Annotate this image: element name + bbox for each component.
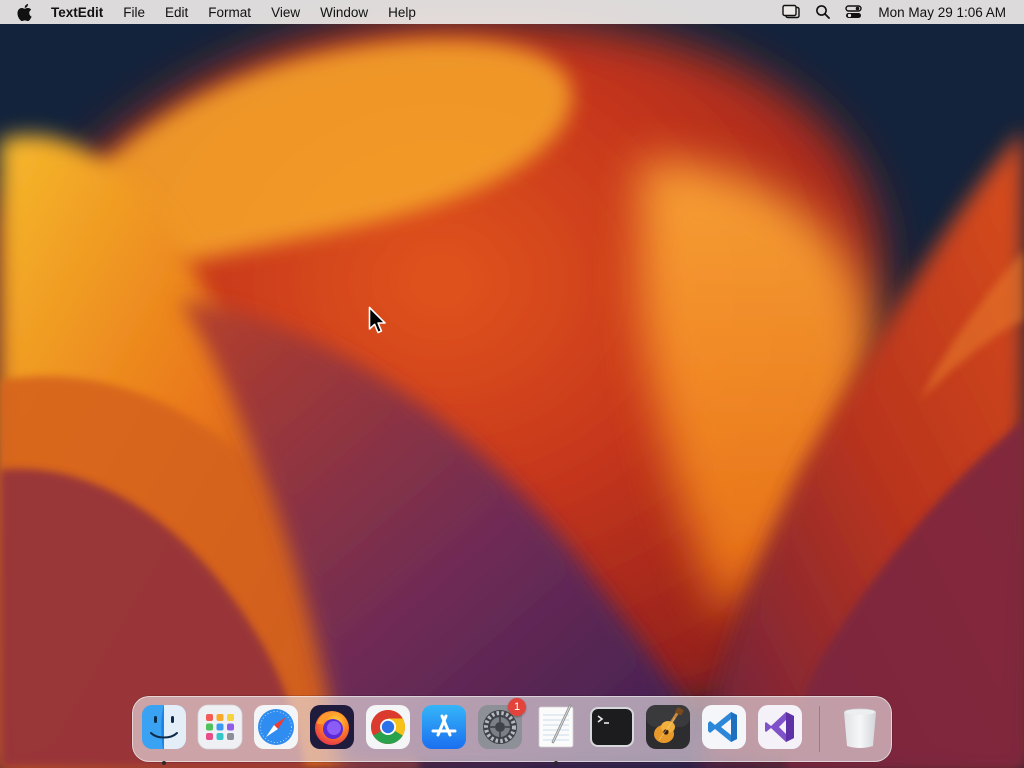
stage-manager-icon [782,4,801,19]
dock-item-system-settings[interactable]: 1 [477,698,526,750]
trash-icon [844,708,876,748]
menu-help[interactable]: Help [388,5,416,20]
garageband-icon [646,705,690,749]
chrome-icon [366,705,410,749]
dock-item-textedit[interactable] [533,704,579,765]
menu-file[interactable]: File [123,5,145,20]
textedit-icon [538,704,574,748]
desktop[interactable]: TextEdit File Edit Format View Window He… [0,0,1024,768]
firefox-icon [310,705,354,749]
control-center-icon [845,5,863,18]
app-store-icon [422,705,466,749]
dock-item-app-store[interactable] [421,704,467,750]
dock-item-safari[interactable] [253,704,299,750]
apple-menu[interactable] [17,3,33,21]
dock-item-firefox[interactable] [309,704,355,750]
vscode-icon [702,705,746,749]
stage-manager-button[interactable] [781,0,801,24]
menu-bar: TextEdit File Edit Format View Window He… [0,0,1024,24]
dock-separator [819,706,820,752]
safari-icon [254,705,298,749]
spotlight-button[interactable] [815,0,831,24]
dock-item-chrome[interactable] [365,704,411,750]
menu-bar-clock[interactable]: Mon May 29 1:06 AM [878,5,1006,20]
terminal-icon [590,707,634,747]
menu-app-name[interactable]: TextEdit [51,5,103,20]
control-center-button[interactable] [845,0,863,24]
finder-icon [142,705,186,749]
dock-item-garageband[interactable] [645,704,691,750]
apple-logo-icon [17,3,32,21]
mouse-pointer-icon [368,306,386,334]
dock-item-terminal[interactable] [589,704,635,750]
dock-item-launchpad[interactable] [197,704,243,750]
menu-window[interactable]: Window [320,5,368,20]
dock: 1 [132,696,892,765]
dock-item-vscode[interactable] [701,704,747,750]
notification-badge: 1 [508,698,526,716]
running-indicator [554,761,558,765]
dock-item-visual-studio[interactable] [757,704,803,750]
running-indicator [162,761,166,765]
desktop-wallpaper [0,0,1024,768]
launchpad-icon [197,704,243,750]
menu-format[interactable]: Format [208,5,251,20]
dock-item-trash[interactable] [837,704,883,750]
menu-edit[interactable]: Edit [165,5,188,20]
visual-studio-icon [758,705,802,749]
menu-view[interactable]: View [271,5,300,20]
spotlight-search-icon [816,5,831,19]
dock-item-finder[interactable] [141,704,187,765]
